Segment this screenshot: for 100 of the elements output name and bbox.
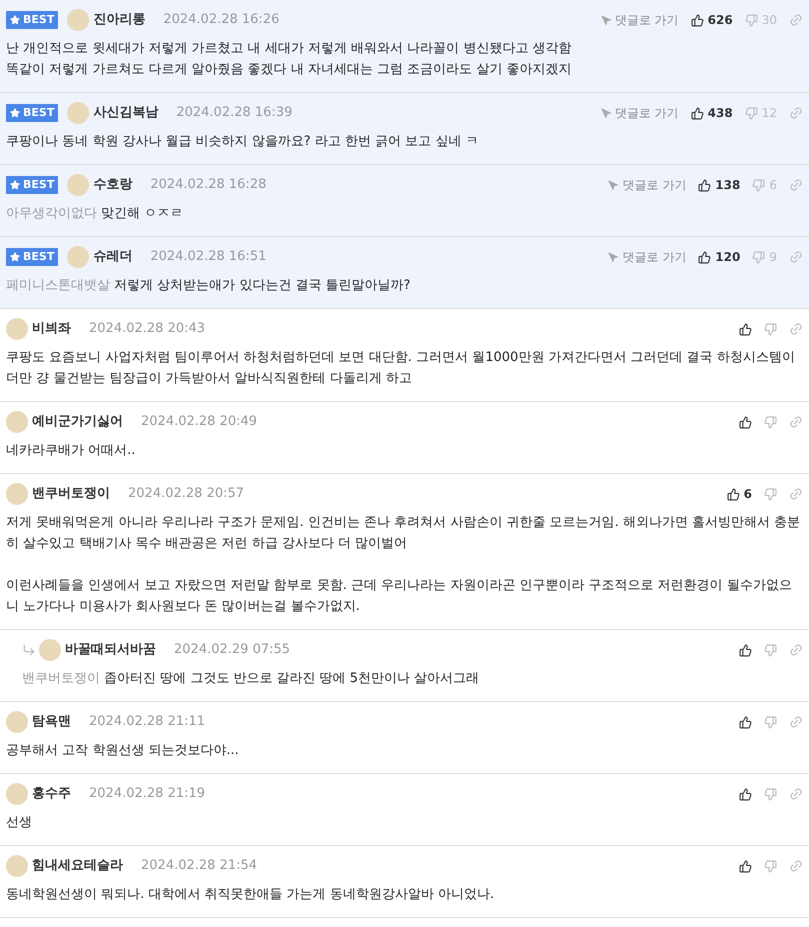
reply-arrow-icon (22, 643, 36, 657)
avatar (67, 246, 90, 268)
thumbs-down-icon (764, 860, 777, 872)
star-icon (10, 180, 20, 190)
like-button[interactable]: 6 (726, 485, 752, 503)
thumbs-up-icon (739, 860, 752, 872)
like-button[interactable] (739, 788, 752, 800)
thumbs-up-icon (726, 488, 740, 500)
author-name[interactable]: 바꿀때되서바꿈 (65, 640, 156, 660)
author-name[interactable]: 수호랑 (93, 175, 132, 195)
like-button[interactable] (739, 322, 752, 336)
author-name[interactable]: 힘내세요테슬라 (32, 856, 123, 876)
avatar (6, 711, 28, 733)
dislike-button[interactable] (764, 644, 777, 656)
dislike-button[interactable] (764, 788, 777, 800)
avatar (6, 483, 28, 505)
comment-text: 맞긴해 ㅇㅈㄹ (101, 206, 184, 221)
comment-text: 난 개인적으로 윗세대가 저렇게 가르쳤고 내 세대가 저렇게 배워와서 나라꼴이 병신됐다고 생각함 똑같이 저렇게 가르쳐도 다르게 알아줬음 좋겠다 내 자녀세대는 그럼 조금이라도 살기 좋아지겠지 (6, 41, 572, 77)
link-button[interactable] (789, 178, 803, 192)
comment-date: 2024.02.28 16:51 (150, 248, 266, 266)
best-label: BEST (23, 176, 54, 193)
thumbs-up-icon (739, 416, 752, 428)
dislike-button[interactable] (764, 716, 777, 728)
like-button[interactable] (739, 644, 752, 656)
link-button[interactable] (789, 322, 803, 336)
link-button[interactable] (789, 859, 803, 873)
avatar (6, 411, 28, 433)
thumbs-up-icon (739, 716, 752, 728)
link-button[interactable] (789, 643, 803, 657)
avatar (67, 102, 90, 124)
comment-text: 선생 (6, 815, 32, 830)
thumbs-up-icon (739, 644, 752, 656)
link-button[interactable] (789, 250, 803, 264)
thumbs-up-icon (690, 106, 704, 120)
author-name[interactable]: 탐욕맨 (32, 712, 71, 732)
comment-text: 이런사례들을 인생에서 보고 자랐으면 저런말 함부로 못함. 근데 우리나라는 자원이라곤 인구뿐이라 구조적으로 저런환경이 될수가없으니 노가다나 미용사가 회사원보다 돈 많이버는걸 볼수가없지. (6, 578, 792, 614)
comment-text: 좁아터진 땅에 그것도 반으로 갈라진 땅에 5천만이나 살아서그래 (104, 671, 480, 686)
arrow-icon (608, 252, 620, 262)
thumbs-up-icon (739, 322, 752, 336)
comment-date: 2024.02.28 21:54 (141, 857, 258, 876)
like-button[interactable] (739, 416, 752, 428)
comment-date: 2024.02.28 20:57 (128, 485, 244, 504)
dislike-button[interactable] (764, 860, 777, 872)
like-button[interactable]: 120 (698, 248, 740, 266)
comment-date: 2024.02.28 16:39 (176, 104, 292, 122)
link-button[interactable] (789, 415, 803, 429)
comment-date: 2024.02.28 16:26 (163, 11, 280, 30)
best-label: BEST (23, 104, 54, 121)
author-name[interactable]: 비븨좌 (32, 319, 71, 339)
avatar (6, 783, 28, 805)
avatar (67, 174, 90, 196)
link-button[interactable] (789, 13, 803, 27)
arrow-icon (600, 108, 612, 118)
author-name[interactable]: 진아리롱 (93, 10, 146, 30)
best-label: BEST (23, 248, 54, 265)
like-button[interactable]: 138 (698, 176, 740, 194)
author-name[interactable]: 홍수주 (32, 784, 71, 804)
thumbs-down-icon (764, 644, 777, 656)
thumbs-down-icon (764, 322, 777, 336)
author-name[interactable]: 슈레더 (93, 247, 132, 267)
like-button[interactable] (739, 860, 752, 872)
avatar (6, 318, 28, 340)
arrow-icon (600, 14, 612, 26)
author-name[interactable]: 사신김복남 (93, 103, 158, 123)
like-button[interactable]: 438 (690, 104, 733, 122)
comment-date: 2024.02.29 07:55 (174, 641, 290, 660)
star-icon (10, 108, 20, 118)
thumbs-down-icon (752, 178, 766, 192)
comment-date: 2024.02.28 16:28 (150, 176, 266, 194)
link-button[interactable] (789, 487, 803, 501)
comment-text: 저게 못배워먹은게 아니라 우리나라 구조가 문제임. 인건비는 존나 후려쳐서 사람손이 귀한줄 모르는거임. 해외나가면 홀서빙만해서 충분히 살수있고 택배기사 목수 배관공은 저런 하급 강사보다 더 많이벌어 (6, 515, 800, 551)
like-button[interactable] (739, 716, 752, 728)
thumbs-down-icon (764, 488, 777, 500)
link-button[interactable] (789, 106, 803, 120)
thumbs-down-icon (764, 416, 777, 428)
link-button[interactable] (789, 787, 803, 801)
comment-text: 공부해서 고작 학원선생 되는것보다야... (6, 743, 239, 758)
avatar (67, 9, 90, 31)
author-name[interactable]: 밴쿠버토쟁이 (32, 484, 110, 504)
dislike-button[interactable] (764, 416, 777, 428)
dislike-button[interactable] (764, 322, 777, 336)
author-name[interactable]: 예비군가기싫어 (32, 412, 123, 432)
thumbs-down-icon (764, 788, 777, 800)
thumbs-down-icon (764, 716, 777, 728)
like-button[interactable]: 626 (690, 11, 733, 29)
thumbs-down-icon (752, 250, 766, 264)
dislike-button[interactable] (764, 488, 777, 500)
comment-text: 쿠팡도 요즘보니 사업자처럼 팀이루어서 하청처럼하던데 보면 대단함. 그러면서 월1000만원 가져간다면서 그러던데 결국 하청시스템이 더만 걍 물건받는 팀장급이 가득받아서 알바식직원한테 다돌리게 하고 (6, 350, 795, 386)
star-icon (10, 15, 20, 25)
thumbs-up-icon (739, 788, 752, 800)
comment-text: 동네학원선생이 뭐되나. 대학에서 취직못한애들 가는게 동네학원강사알바 아니었나. (6, 887, 494, 902)
avatar (6, 855, 28, 877)
comment-date: 2024.02.28 20:43 (89, 320, 206, 338)
comment-date: 2024.02.28 20:49 (141, 413, 258, 432)
star-icon (10, 252, 20, 262)
best-label: BEST (23, 12, 54, 28)
comment-text: 저렇게 상처받는애가 있다는건 결국 틀린말아닐까? (114, 278, 410, 293)
comment-text: 네카라쿠배가 어때서.. (6, 443, 136, 458)
link-button[interactable] (789, 715, 803, 729)
comment-date: 2024.02.28 21:11 (89, 713, 206, 732)
